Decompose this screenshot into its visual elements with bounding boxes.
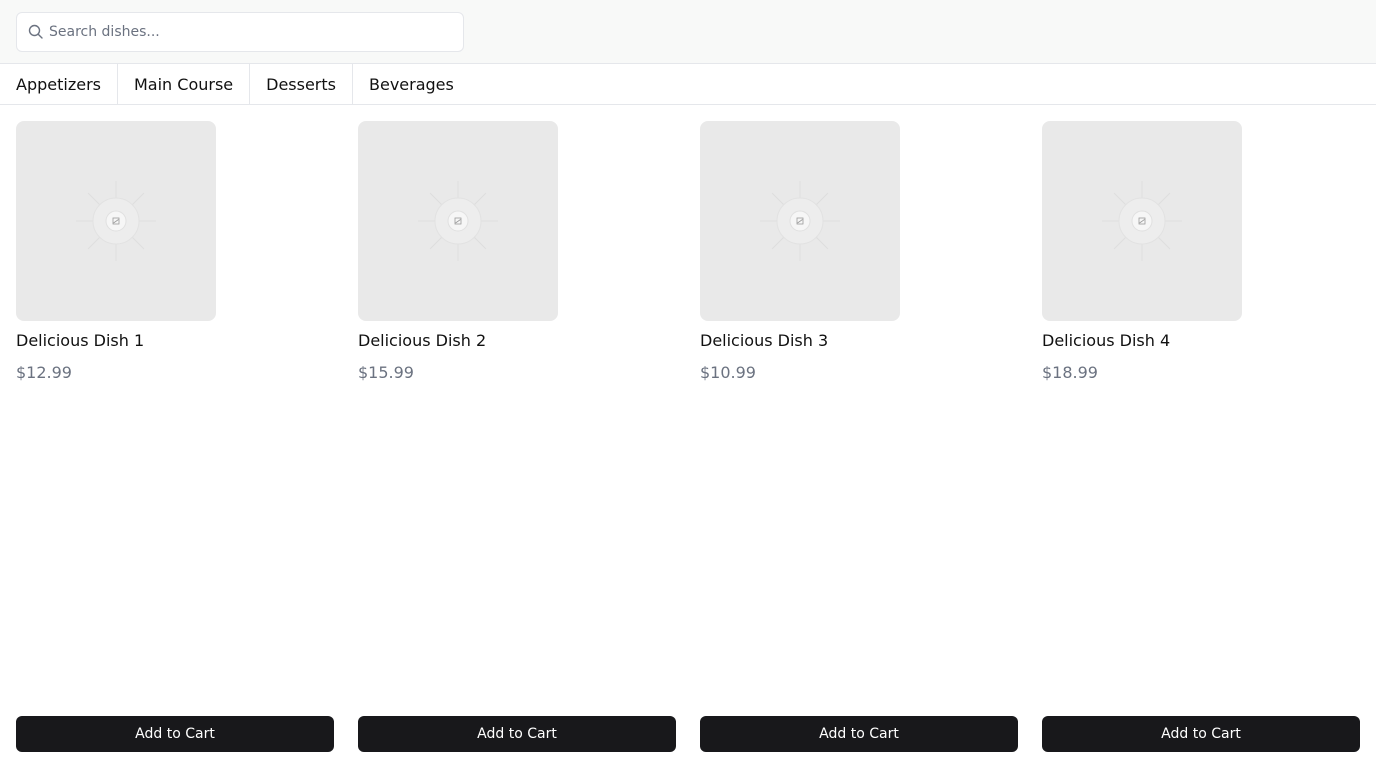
dish-name: Delicious Dish 4 bbox=[1042, 331, 1171, 350]
dish-price: $15.99 bbox=[358, 363, 414, 382]
search-icon bbox=[28, 24, 44, 40]
image-placeholder-icon bbox=[1102, 181, 1182, 261]
dish-card: Delicious Dish 1 $12.99 Add to Cart bbox=[16, 121, 334, 752]
add-to-cart-button[interactable]: Add to Cart bbox=[700, 716, 1018, 752]
dish-name: Delicious Dish 3 bbox=[700, 331, 829, 350]
add-to-cart-button[interactable]: Add to Cart bbox=[358, 716, 676, 752]
category-tabs: Appetizers Main Course Desserts Beverage… bbox=[0, 64, 1376, 105]
tab-main-course[interactable]: Main Course bbox=[118, 64, 251, 104]
image-placeholder-icon bbox=[76, 181, 156, 261]
search-box[interactable] bbox=[16, 12, 464, 52]
image-placeholder-icon bbox=[418, 181, 498, 261]
dish-card: Delicious Dish 3 $10.99 Add to Cart bbox=[700, 121, 1018, 752]
dish-image bbox=[358, 121, 558, 321]
dish-name: Delicious Dish 1 bbox=[16, 331, 145, 350]
dish-price: $18.99 bbox=[1042, 363, 1098, 382]
dish-image bbox=[16, 121, 216, 321]
dish-image bbox=[700, 121, 900, 321]
dish-price: $10.99 bbox=[700, 363, 756, 382]
dish-price: $12.99 bbox=[16, 363, 72, 382]
top-bar bbox=[0, 0, 1376, 64]
image-placeholder-icon bbox=[760, 181, 840, 261]
add-to-cart-button[interactable]: Add to Cart bbox=[1042, 716, 1360, 752]
tab-beverages[interactable]: Beverages bbox=[353, 64, 470, 104]
dish-name: Delicious Dish 2 bbox=[358, 331, 487, 350]
search-input[interactable] bbox=[49, 13, 459, 51]
dish-card: Delicious Dish 4 $18.99 Add to Cart bbox=[1042, 121, 1360, 752]
dish-card: Delicious Dish 2 $15.99 Add to Cart bbox=[358, 121, 676, 752]
tab-desserts[interactable]: Desserts bbox=[250, 64, 353, 104]
dish-grid: Delicious Dish 1 $12.99 Add to Cart Deli… bbox=[16, 121, 1360, 752]
tab-appetizers[interactable]: Appetizers bbox=[0, 64, 118, 104]
dish-image bbox=[1042, 121, 1242, 321]
add-to-cart-button[interactable]: Add to Cart bbox=[16, 716, 334, 752]
